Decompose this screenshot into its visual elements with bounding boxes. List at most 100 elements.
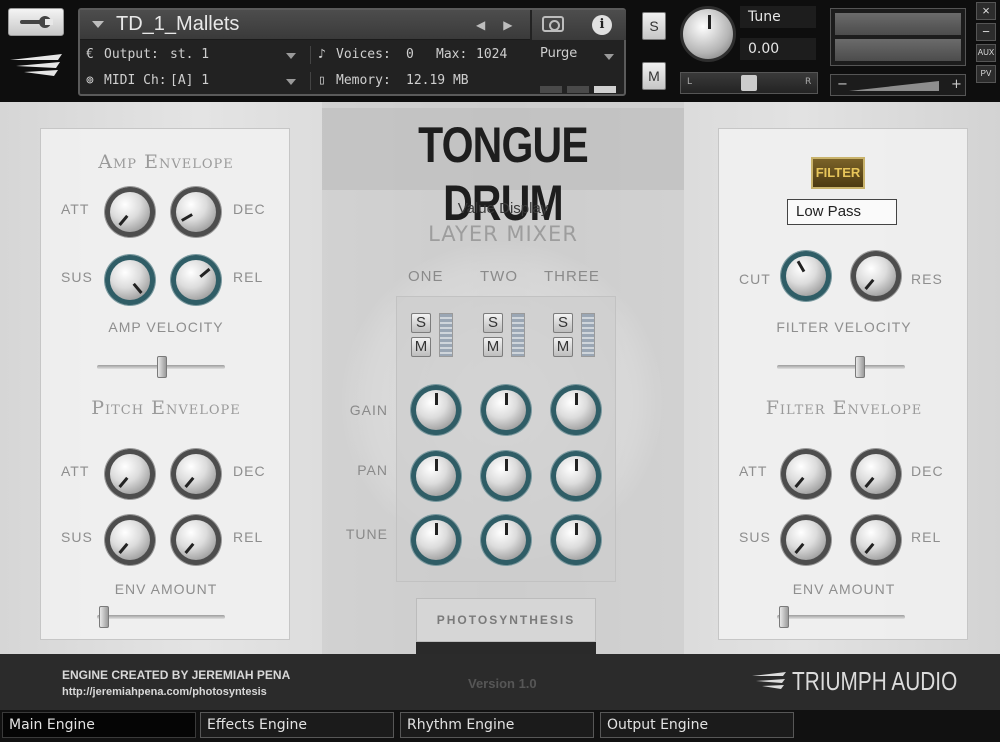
filter-env-amount-handle[interactable] bbox=[779, 606, 789, 628]
pitch-att-knob[interactable] bbox=[105, 449, 155, 499]
engine-tab-bar: Main Engine Effects Engine Rhythm Engine… bbox=[0, 710, 1000, 742]
layer-three-pan-knob[interactable] bbox=[551, 451, 601, 501]
volume-plus[interactable]: + bbox=[951, 77, 962, 92]
amp-velocity-title: AMP VELOCITY bbox=[108, 319, 224, 335]
camera-icon[interactable] bbox=[542, 16, 564, 32]
layer-two-gain-knob[interactable] bbox=[481, 385, 531, 435]
layer-three-solo-button[interactable]: S bbox=[553, 313, 573, 333]
layer-three-mute-button[interactable]: M bbox=[553, 337, 573, 357]
layer-one-mute-button[interactable]: M bbox=[411, 337, 431, 357]
tune-knob[interactable] bbox=[680, 6, 736, 62]
amp-velocity-handle[interactable] bbox=[157, 356, 167, 378]
layer-two-pan-knob[interactable] bbox=[481, 451, 531, 501]
layer-one-gain-knob[interactable] bbox=[411, 385, 461, 435]
pitch-env-amount-title: ENV AMOUNT bbox=[114, 581, 218, 597]
layer-mixer-title: LAYER MIXER bbox=[428, 222, 578, 246]
filter-dec-knob[interactable] bbox=[851, 449, 901, 499]
pitch-dec-label: DEC bbox=[233, 463, 266, 479]
filter-velocity-handle[interactable] bbox=[855, 356, 865, 378]
layer-two-mute-button[interactable]: M bbox=[483, 337, 503, 357]
tab-effects-engine[interactable]: Effects Engine bbox=[200, 712, 394, 738]
pan-handle[interactable] bbox=[741, 75, 757, 91]
amp-velocity-slider[interactable] bbox=[97, 356, 225, 378]
midi-label: MIDI Ch: bbox=[104, 73, 167, 88]
engine-credit: ENGINE CREATED BY JEREMIAH PENA bbox=[62, 668, 291, 682]
pitch-env-amount-slider[interactable] bbox=[97, 606, 225, 628]
layer-two-tune-knob[interactable] bbox=[481, 515, 531, 565]
filter-envelope-title: Filter Envelope bbox=[765, 397, 923, 419]
gain-row-label: GAIN bbox=[349, 402, 388, 418]
purge-dropdown-icon[interactable] bbox=[604, 54, 614, 60]
volume-ramp bbox=[849, 81, 939, 91]
output-row: € Output: st. 1 ♪ Voices: 0 Max: 1024 bbox=[80, 42, 530, 68]
layer-three-gain-knob[interactable] bbox=[551, 385, 601, 435]
midi-channel-value[interactable]: [A] 1 bbox=[170, 73, 209, 88]
volume-minus[interactable]: − bbox=[837, 77, 848, 92]
purge-menu[interactable]: Purge bbox=[540, 46, 577, 61]
wrench-button[interactable] bbox=[8, 8, 64, 36]
solo-button[interactable]: S bbox=[642, 12, 666, 40]
close-button[interactable]: × bbox=[976, 2, 996, 20]
output-dropdown-icon[interactable] bbox=[286, 53, 296, 59]
pv-button[interactable]: PV bbox=[976, 65, 996, 83]
filter-velocity-slider[interactable] bbox=[777, 356, 905, 378]
filter-att-knob[interactable] bbox=[781, 449, 831, 499]
collapse-caret-icon[interactable] bbox=[92, 21, 104, 28]
tab-output-engine[interactable]: Output Engine bbox=[600, 712, 794, 738]
filter-type-select[interactable]: Low Pass bbox=[787, 199, 897, 225]
pitch-dec-knob[interactable] bbox=[171, 449, 221, 499]
layer-one-pan-knob[interactable] bbox=[411, 451, 461, 501]
layer-two-solo-button[interactable]: S bbox=[483, 313, 503, 333]
output-value[interactable]: st. 1 bbox=[170, 47, 209, 62]
midi-dropdown-icon[interactable] bbox=[286, 79, 296, 85]
tab-main-engine[interactable]: Main Engine bbox=[2, 712, 196, 738]
filter-toggle-button[interactable]: FILTER bbox=[811, 157, 865, 189]
layer-mixer-box: S M S M S M bbox=[396, 296, 616, 582]
pan-slider[interactable]: L R bbox=[680, 72, 818, 94]
layer-one-meter bbox=[439, 313, 453, 357]
cutoff-knob[interactable] bbox=[781, 251, 831, 301]
amp-att-label: ATT bbox=[61, 201, 90, 217]
layer-one-solo-button[interactable]: S bbox=[411, 313, 431, 333]
amp-rel-knob[interactable] bbox=[171, 255, 221, 305]
volume-slider[interactable]: − + bbox=[830, 74, 966, 96]
value-display: Value Display bbox=[457, 200, 549, 217]
prev-next-arrows-icon[interactable]: ◀▶ bbox=[476, 18, 530, 32]
level-meters bbox=[830, 8, 966, 66]
pitch-env-amount-handle[interactable] bbox=[99, 606, 109, 628]
tune-value[interactable]: 0.00 bbox=[740, 38, 816, 60]
resonance-knob[interactable] bbox=[851, 251, 901, 301]
aux-button[interactable]: AUX bbox=[976, 44, 996, 62]
max-voices-value[interactable]: 1024 bbox=[476, 47, 507, 62]
amp-att-knob[interactable] bbox=[105, 187, 155, 237]
pitch-att-label: ATT bbox=[61, 463, 90, 479]
minimize-button[interactable]: − bbox=[976, 23, 996, 41]
pitch-sus-knob[interactable] bbox=[105, 515, 155, 565]
pitch-sus-label: SUS bbox=[61, 529, 93, 545]
memory-value: 12.19 MB bbox=[406, 73, 469, 88]
amp-pitch-panel: Amp Envelope ATT DEC SUS REL AMP VELOCIT… bbox=[40, 128, 290, 640]
mute-button[interactable]: M bbox=[642, 62, 666, 90]
layer-one-tune-knob[interactable] bbox=[411, 515, 461, 565]
tune-label: Tune bbox=[740, 6, 816, 28]
instrument-body: Amp Envelope ATT DEC SUS REL AMP VELOCIT… bbox=[0, 102, 1000, 654]
snapshot-info-area: i bbox=[532, 10, 626, 40]
amp-dec-knob[interactable] bbox=[171, 187, 221, 237]
engine-url-link[interactable]: http://jeremiahpena.com/photosyntesis bbox=[62, 686, 267, 698]
tab-rhythm-engine[interactable]: Rhythm Engine bbox=[400, 712, 594, 738]
layer-three-tune-knob[interactable] bbox=[551, 515, 601, 565]
photosynthesis-tab[interactable]: PHOTOSYNTHESIS bbox=[416, 598, 596, 642]
instrument-name[interactable]: TD_1_Mallets bbox=[116, 13, 239, 36]
window-side-buttons: × − AUX PV bbox=[976, 2, 996, 86]
pitch-rel-knob[interactable] bbox=[171, 515, 221, 565]
amp-sus-label: SUS bbox=[61, 269, 93, 285]
pan-left-label: L bbox=[687, 77, 693, 87]
res-label: RES bbox=[911, 271, 943, 287]
info-icon[interactable]: i bbox=[592, 15, 612, 35]
filter-sus-knob[interactable] bbox=[781, 515, 831, 565]
instrument-title-row[interactable]: TD_1_Mallets ◀▶ bbox=[80, 10, 530, 40]
filter-rel-knob[interactable] bbox=[851, 515, 901, 565]
layer-three-header: THREE bbox=[544, 268, 600, 285]
filter-env-amount-slider[interactable] bbox=[777, 606, 905, 628]
amp-sus-knob[interactable] bbox=[105, 255, 155, 305]
